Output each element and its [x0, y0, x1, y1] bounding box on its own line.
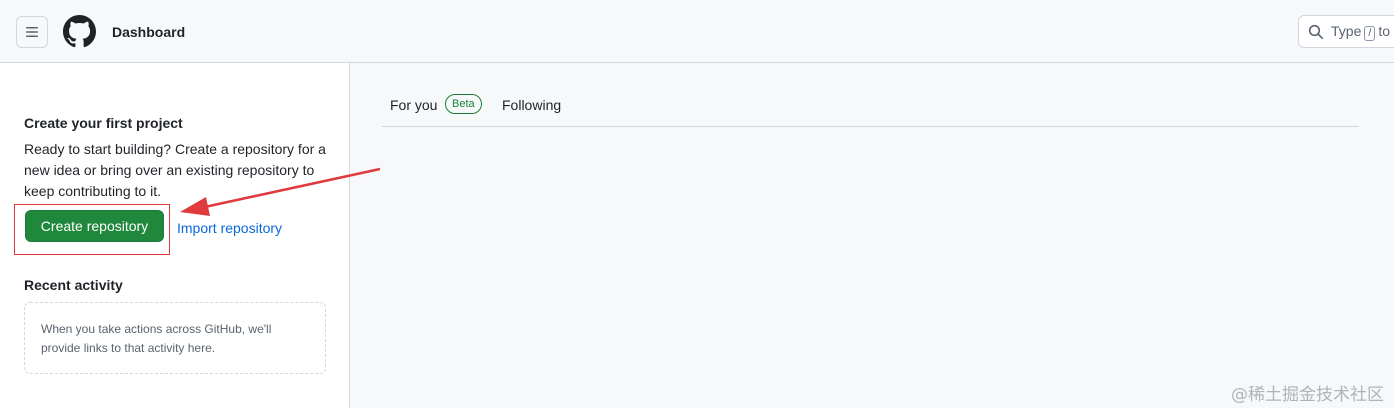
create-repository-button[interactable]: Create repository	[25, 210, 164, 242]
tab-for-you[interactable]: For you	[390, 97, 437, 113]
search-icon	[1308, 24, 1324, 39]
first-project-heading: Create your first project	[24, 115, 183, 131]
import-repository-link[interactable]: Import repository	[177, 220, 282, 236]
search-input[interactable]: Type / to	[1298, 15, 1394, 48]
top-header: Dashboard Type / to	[0, 0, 1394, 63]
watermark-text: @稀土掘金技术社区	[1231, 385, 1384, 405]
dashboard-sidebar: Create your first project Ready to start…	[0, 63, 350, 408]
beta-badge: Beta	[445, 94, 482, 114]
hamburger-icon	[26, 27, 38, 37]
feed-tabs: For you Beta Following	[382, 85, 1359, 127]
recent-activity-empty-state: When you take actions across GitHub, we'…	[24, 302, 326, 374]
search-prefix: Type	[1331, 22, 1362, 39]
page-title[interactable]: Dashboard	[112, 23, 185, 41]
github-logo-icon[interactable]	[63, 15, 96, 48]
search-placeholder: Type / to	[1331, 23, 1390, 41]
recent-activity-heading: Recent activity	[24, 277, 123, 293]
menu-button[interactable]	[16, 16, 48, 48]
search-shortcut-key: /	[1364, 25, 1376, 41]
tab-following[interactable]: Following	[502, 97, 561, 113]
search-suffix: to	[1378, 22, 1391, 39]
first-project-description: Ready to start building? Create a reposi…	[24, 141, 326, 199]
feed-area: For you Beta Following	[351, 63, 1394, 408]
